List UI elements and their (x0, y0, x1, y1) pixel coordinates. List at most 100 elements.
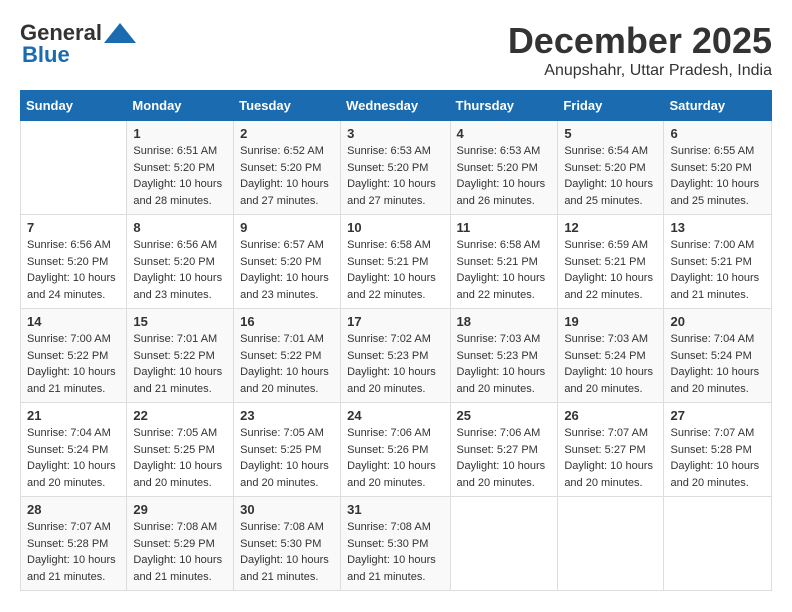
day-number: 28 (27, 502, 120, 517)
calendar-table: Sunday Monday Tuesday Wednesday Thursday… (20, 90, 772, 591)
day-info: Sunrise: 7:04 AMSunset: 5:24 PMDaylight:… (27, 427, 116, 489)
day-number: 25 (457, 408, 552, 423)
title-block: December 2025 Anupshahr, Uttar Pradesh, … (508, 20, 772, 80)
week-row-5: 28 Sunrise: 7:07 AMSunset: 5:28 PMDaylig… (21, 497, 772, 591)
day-cell (450, 497, 558, 591)
day-number: 17 (347, 314, 443, 329)
day-number: 7 (27, 220, 120, 235)
logo-blue: Blue (22, 42, 70, 68)
day-info: Sunrise: 7:07 AMSunset: 5:28 PMDaylight:… (670, 427, 759, 489)
day-info: Sunrise: 7:08 AMSunset: 5:30 PMDaylight:… (240, 521, 329, 583)
day-cell: 22 Sunrise: 7:05 AMSunset: 5:25 PMDaylig… (127, 403, 234, 497)
day-cell: 3 Sunrise: 6:53 AMSunset: 5:20 PMDayligh… (341, 121, 450, 215)
day-number: 11 (457, 220, 552, 235)
day-number: 16 (240, 314, 334, 329)
day-number: 19 (564, 314, 657, 329)
day-info: Sunrise: 6:59 AMSunset: 5:21 PMDaylight:… (564, 239, 653, 301)
week-row-1: 1 Sunrise: 6:51 AMSunset: 5:20 PMDayligh… (21, 121, 772, 215)
day-info: Sunrise: 7:03 AMSunset: 5:24 PMDaylight:… (564, 333, 653, 395)
day-cell: 29 Sunrise: 7:08 AMSunset: 5:29 PMDaylig… (127, 497, 234, 591)
day-cell: 5 Sunrise: 6:54 AMSunset: 5:20 PMDayligh… (558, 121, 664, 215)
day-cell: 15 Sunrise: 7:01 AMSunset: 5:22 PMDaylig… (127, 309, 234, 403)
logo: General Blue (20, 20, 136, 68)
day-cell: 23 Sunrise: 7:05 AMSunset: 5:25 PMDaylig… (234, 403, 341, 497)
day-info: Sunrise: 7:01 AMSunset: 5:22 PMDaylight:… (133, 333, 222, 395)
page-header: General Blue December 2025 Anupshahr, Ut… (20, 20, 772, 80)
day-cell: 25 Sunrise: 7:06 AMSunset: 5:27 PMDaylig… (450, 403, 558, 497)
day-info: Sunrise: 6:57 AMSunset: 5:20 PMDaylight:… (240, 239, 329, 301)
day-cell (664, 497, 772, 591)
day-number: 26 (564, 408, 657, 423)
week-row-4: 21 Sunrise: 7:04 AMSunset: 5:24 PMDaylig… (21, 403, 772, 497)
day-cell: 11 Sunrise: 6:58 AMSunset: 5:21 PMDaylig… (450, 215, 558, 309)
day-info: Sunrise: 7:04 AMSunset: 5:24 PMDaylight:… (670, 333, 759, 395)
day-cell: 7 Sunrise: 6:56 AMSunset: 5:20 PMDayligh… (21, 215, 127, 309)
day-info: Sunrise: 7:00 AMSunset: 5:22 PMDaylight:… (27, 333, 116, 395)
day-cell: 30 Sunrise: 7:08 AMSunset: 5:30 PMDaylig… (234, 497, 341, 591)
col-sunday: Sunday (21, 91, 127, 121)
day-info: Sunrise: 7:05 AMSunset: 5:25 PMDaylight:… (240, 427, 329, 489)
day-info: Sunrise: 7:01 AMSunset: 5:22 PMDaylight:… (240, 333, 329, 395)
col-tuesday: Tuesday (234, 91, 341, 121)
day-info: Sunrise: 7:00 AMSunset: 5:21 PMDaylight:… (670, 239, 759, 301)
day-number: 4 (457, 126, 552, 141)
col-wednesday: Wednesday (341, 91, 450, 121)
day-number: 15 (133, 314, 227, 329)
day-cell: 1 Sunrise: 6:51 AMSunset: 5:20 PMDayligh… (127, 121, 234, 215)
col-saturday: Saturday (664, 91, 772, 121)
day-number: 10 (347, 220, 443, 235)
day-cell: 14 Sunrise: 7:00 AMSunset: 5:22 PMDaylig… (21, 309, 127, 403)
day-number: 9 (240, 220, 334, 235)
day-number: 24 (347, 408, 443, 423)
day-cell: 6 Sunrise: 6:55 AMSunset: 5:20 PMDayligh… (664, 121, 772, 215)
week-row-3: 14 Sunrise: 7:00 AMSunset: 5:22 PMDaylig… (21, 309, 772, 403)
day-cell: 31 Sunrise: 7:08 AMSunset: 5:30 PMDaylig… (341, 497, 450, 591)
day-number: 18 (457, 314, 552, 329)
col-thursday: Thursday (450, 91, 558, 121)
day-number: 20 (670, 314, 765, 329)
day-number: 5 (564, 126, 657, 141)
day-info: Sunrise: 7:07 AMSunset: 5:27 PMDaylight:… (564, 427, 653, 489)
day-info: Sunrise: 7:08 AMSunset: 5:29 PMDaylight:… (133, 521, 222, 583)
day-info: Sunrise: 7:03 AMSunset: 5:23 PMDaylight:… (457, 333, 546, 395)
day-info: Sunrise: 6:53 AMSunset: 5:20 PMDaylight:… (457, 145, 546, 207)
day-cell: 2 Sunrise: 6:52 AMSunset: 5:20 PMDayligh… (234, 121, 341, 215)
day-number: 30 (240, 502, 334, 517)
day-info: Sunrise: 7:06 AMSunset: 5:26 PMDaylight:… (347, 427, 436, 489)
day-number: 13 (670, 220, 765, 235)
day-info: Sunrise: 7:07 AMSunset: 5:28 PMDaylight:… (27, 521, 116, 583)
day-cell: 4 Sunrise: 6:53 AMSunset: 5:20 PMDayligh… (450, 121, 558, 215)
day-cell: 12 Sunrise: 6:59 AMSunset: 5:21 PMDaylig… (558, 215, 664, 309)
day-cell: 19 Sunrise: 7:03 AMSunset: 5:24 PMDaylig… (558, 309, 664, 403)
day-number: 23 (240, 408, 334, 423)
week-row-2: 7 Sunrise: 6:56 AMSunset: 5:20 PMDayligh… (21, 215, 772, 309)
day-cell: 27 Sunrise: 7:07 AMSunset: 5:28 PMDaylig… (664, 403, 772, 497)
day-number: 2 (240, 126, 334, 141)
day-number: 22 (133, 408, 227, 423)
month-title: December 2025 (508, 20, 772, 62)
day-info: Sunrise: 7:02 AMSunset: 5:23 PMDaylight:… (347, 333, 436, 395)
day-number: 12 (564, 220, 657, 235)
day-cell: 24 Sunrise: 7:06 AMSunset: 5:26 PMDaylig… (341, 403, 450, 497)
location: Anupshahr, Uttar Pradesh, India (508, 62, 772, 80)
day-info: Sunrise: 6:53 AMSunset: 5:20 PMDaylight:… (347, 145, 436, 207)
day-cell: 16 Sunrise: 7:01 AMSunset: 5:22 PMDaylig… (234, 309, 341, 403)
day-number: 3 (347, 126, 443, 141)
day-info: Sunrise: 7:06 AMSunset: 5:27 PMDaylight:… (457, 427, 546, 489)
day-cell: 26 Sunrise: 7:07 AMSunset: 5:27 PMDaylig… (558, 403, 664, 497)
day-number: 31 (347, 502, 443, 517)
day-number: 27 (670, 408, 765, 423)
day-info: Sunrise: 6:58 AMSunset: 5:21 PMDaylight:… (347, 239, 436, 301)
day-number: 8 (133, 220, 227, 235)
day-info: Sunrise: 7:05 AMSunset: 5:25 PMDaylight:… (133, 427, 222, 489)
header-row: Sunday Monday Tuesday Wednesday Thursday… (21, 91, 772, 121)
day-cell (21, 121, 127, 215)
day-cell: 13 Sunrise: 7:00 AMSunset: 5:21 PMDaylig… (664, 215, 772, 309)
day-info: Sunrise: 7:08 AMSunset: 5:30 PMDaylight:… (347, 521, 436, 583)
day-cell: 20 Sunrise: 7:04 AMSunset: 5:24 PMDaylig… (664, 309, 772, 403)
day-cell (558, 497, 664, 591)
day-cell: 10 Sunrise: 6:58 AMSunset: 5:21 PMDaylig… (341, 215, 450, 309)
day-number: 1 (133, 126, 227, 141)
day-number: 21 (27, 408, 120, 423)
day-number: 14 (27, 314, 120, 329)
